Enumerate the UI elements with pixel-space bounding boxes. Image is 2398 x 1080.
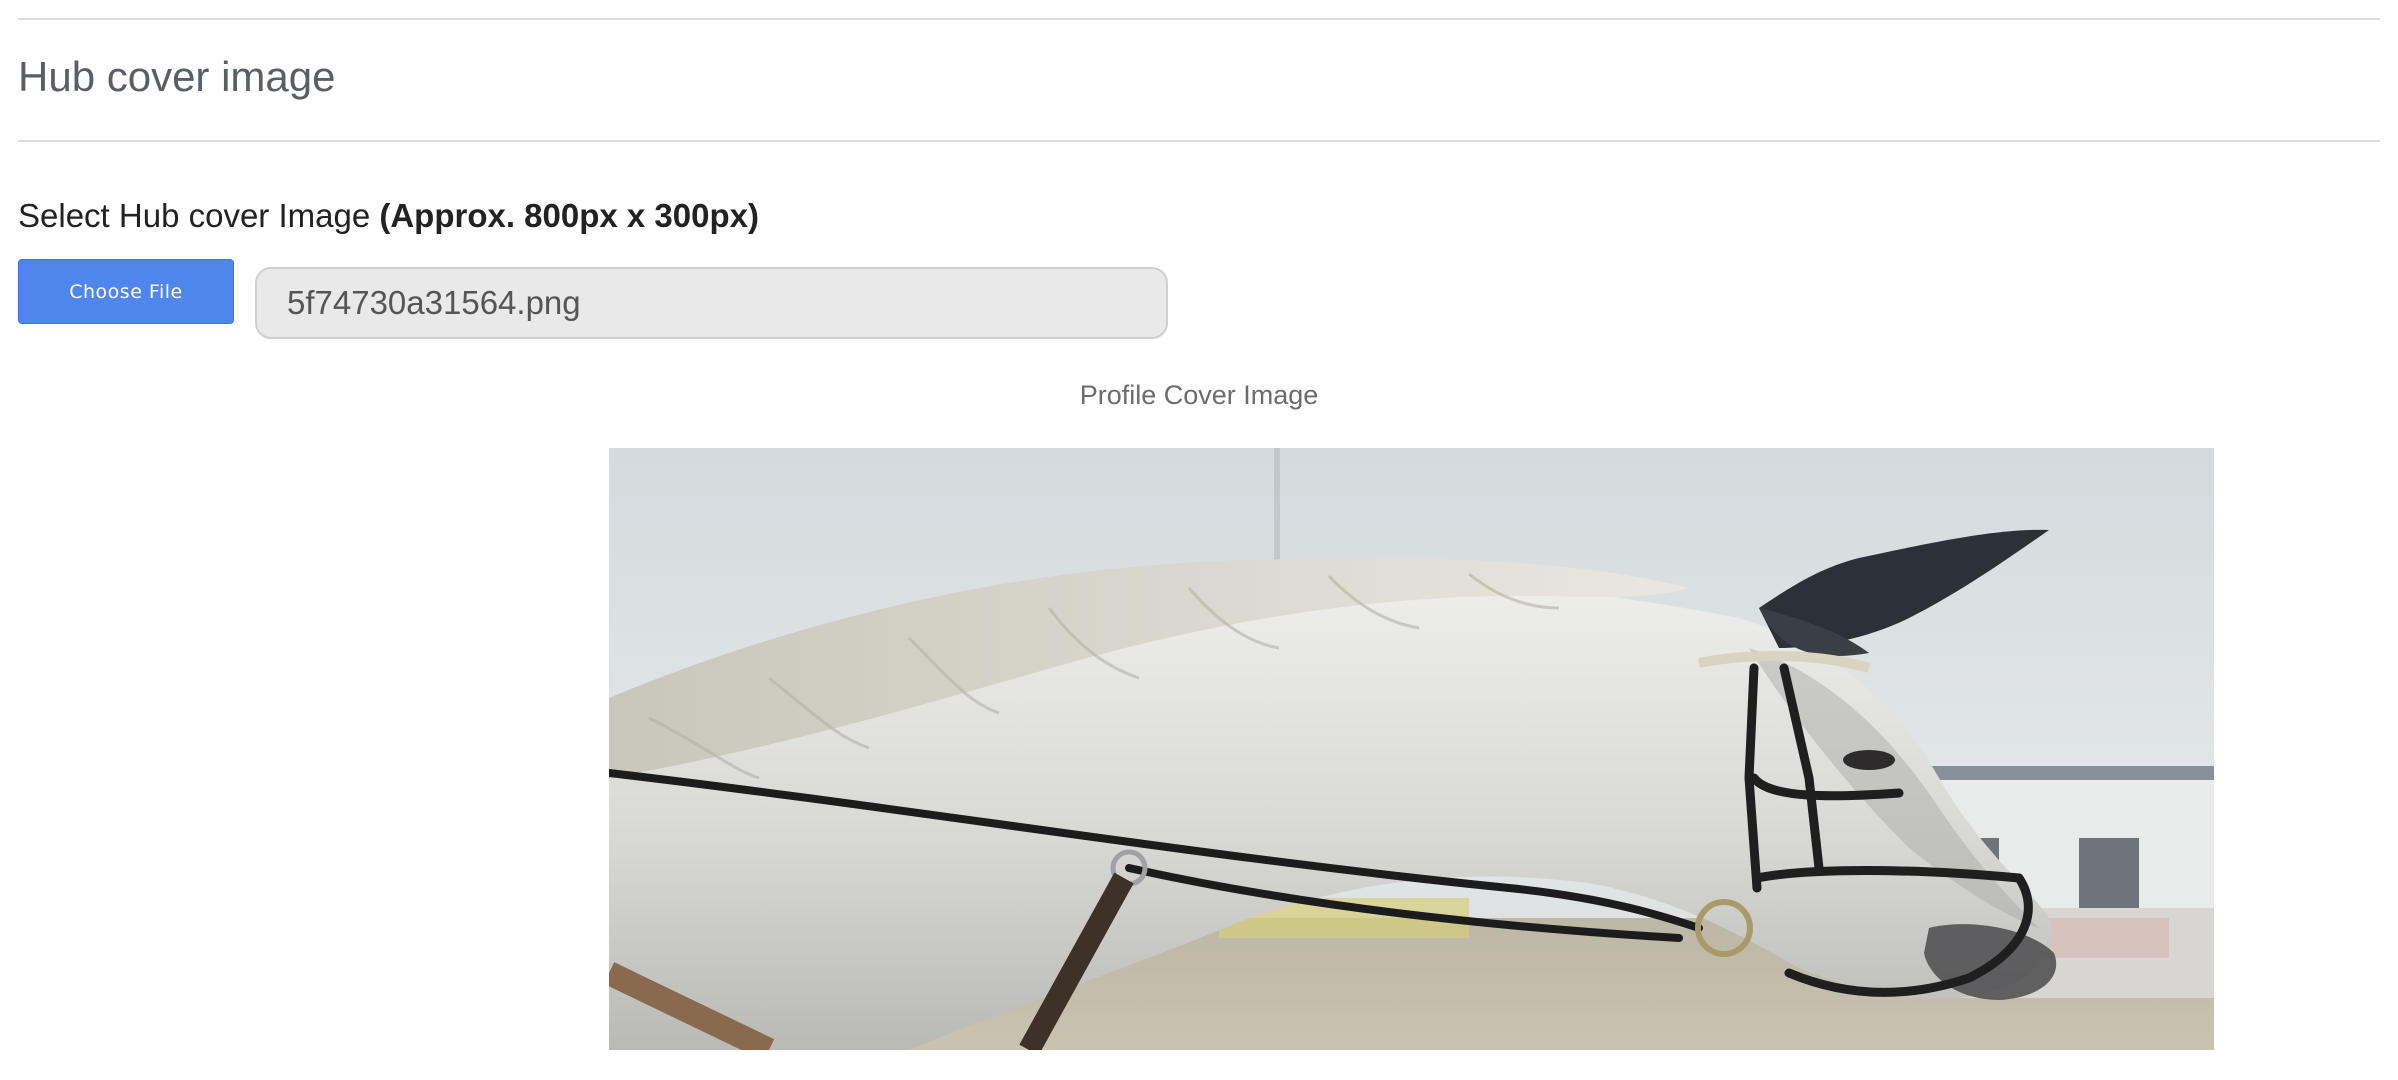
upload-size-hint: (Approx. 800px x 300px) (379, 197, 759, 234)
selected-filename-field[interactable] (255, 267, 1168, 339)
hub-cover-image-section: Hub cover image Select Hub cover Image (… (0, 0, 2398, 1080)
choose-file-button[interactable]: Choose File (18, 259, 234, 324)
cover-image-caption: Profile Cover Image (1079, 380, 1319, 410)
upload-label: Select Hub cover Image (Approx. 800px x … (18, 196, 759, 236)
cover-image-preview (609, 448, 2214, 1050)
upload-label-text: Select Hub cover Image (18, 197, 380, 234)
horse-photo (609, 448, 2214, 1050)
top-divider (18, 18, 2380, 20)
section-title: Hub cover image (18, 53, 336, 100)
section-divider (18, 140, 2380, 142)
